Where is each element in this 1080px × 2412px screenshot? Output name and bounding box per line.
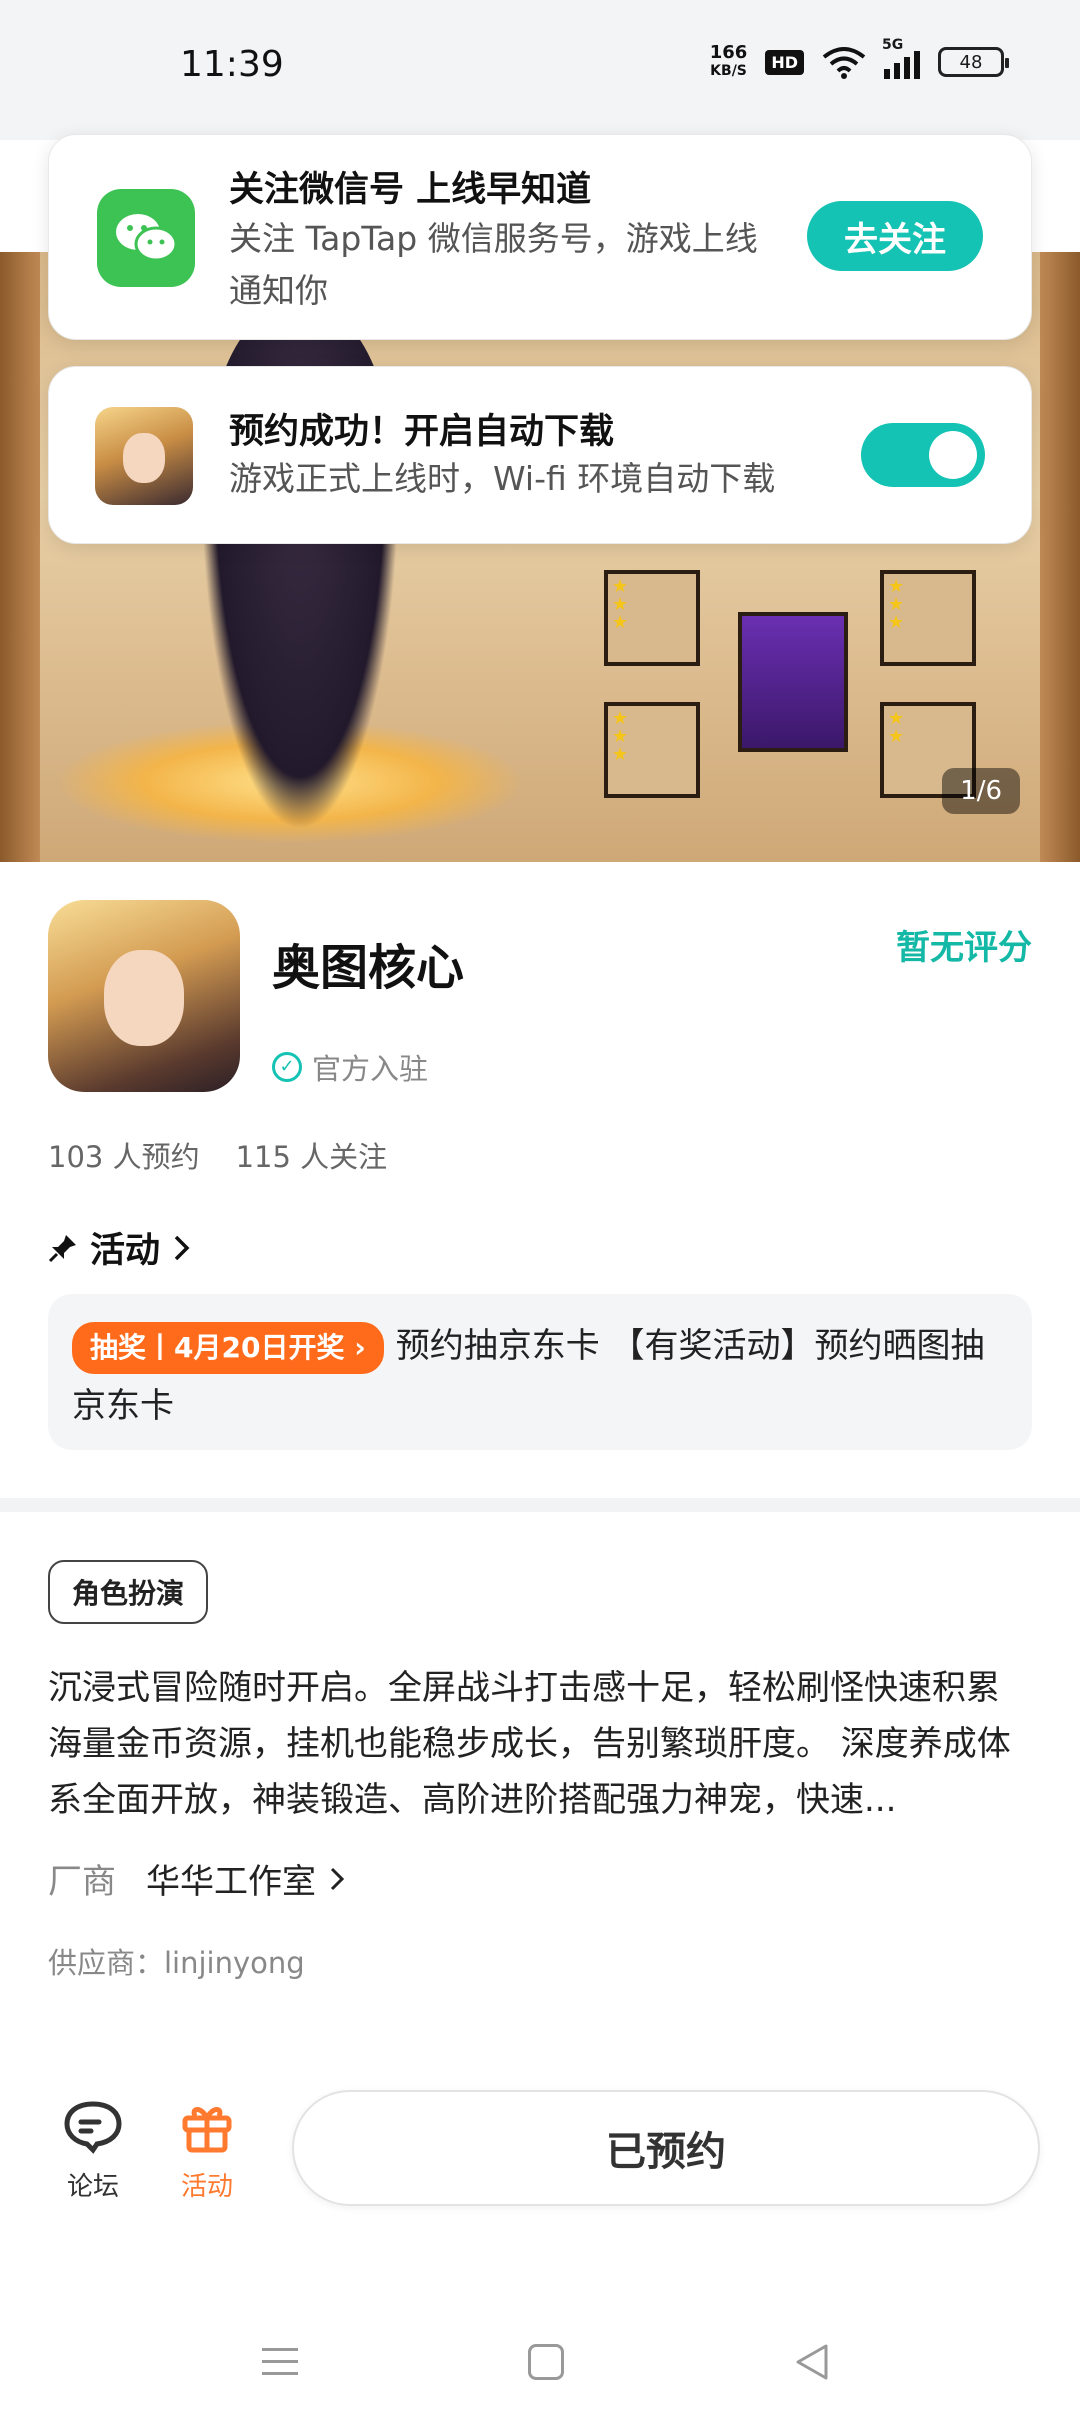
- item-axe: [738, 612, 848, 752]
- battery-icon: 48: [938, 47, 1009, 77]
- item-book: ★ ★ ★: [604, 570, 700, 666]
- activity-header[interactable]: 活动: [48, 1222, 192, 1273]
- official-label: 官方入驻: [312, 1052, 429, 1086]
- forum-icon: [61, 2094, 125, 2158]
- genre-tag[interactable]: 角色扮演: [48, 1560, 209, 1624]
- menu-icon[interactable]: [262, 2348, 298, 2384]
- lottery-tag: 抽奖丨4月20日开奖 ›: [72, 1321, 384, 1374]
- wechat-notice-title: 关注微信号 上线早知道: [229, 170, 592, 210]
- network-type: 5G: [882, 37, 904, 53]
- scroll-edge-right: [1040, 252, 1080, 862]
- reservation-count: 103 人预约: [48, 1140, 200, 1174]
- game-stats: 103 人预约 115 人关注: [48, 1134, 387, 1176]
- game-icon-face: [104, 950, 184, 1046]
- tab-activity[interactable]: 活动: [162, 2094, 252, 2203]
- reserved-button[interactable]: 已预约: [292, 2090, 1040, 2206]
- battery-level: 48: [959, 51, 983, 73]
- carousel-page-indicator: 1/6: [942, 768, 1020, 814]
- section-divider: [0, 1498, 1080, 1512]
- auto-download-toggle[interactable]: [861, 423, 985, 487]
- activity-header-label: 活动: [90, 1231, 161, 1271]
- gift-icon: [175, 2094, 239, 2158]
- net-speed-value: 166: [709, 42, 748, 63]
- game-avatar-icon: [95, 407, 193, 505]
- follower-count: 115 人关注: [235, 1140, 388, 1174]
- home-icon[interactable]: [528, 2344, 564, 2380]
- back-icon[interactable]: [792, 2342, 832, 2382]
- rating-label[interactable]: 暂无评分: [896, 920, 1032, 969]
- scroll-edge-left: [0, 252, 40, 862]
- game-title: 奥图核心: [272, 940, 465, 996]
- supplier-info: 供应商：linjinyong: [48, 1946, 305, 1980]
- follow-button[interactable]: 去关注: [807, 201, 983, 271]
- tab-forum[interactable]: 论坛: [48, 2094, 138, 2203]
- net-speed: 166 KB/S: [710, 44, 748, 80]
- activity-content: 抽奖丨4月20日开奖 › 预约抽京东卡 【有奖活动】预约晒图抽京东卡: [72, 1316, 1008, 1436]
- item-pickaxe: ★ ★ ★: [880, 570, 976, 666]
- cellular-signal-icon: 5G: [882, 37, 920, 79]
- lottery-tag-label: 抽奖丨4月20日开奖: [90, 1330, 345, 1364]
- net-speed-unit: KB/S: [710, 63, 747, 79]
- vendor-label: 厂商: [48, 1862, 116, 1902]
- system-nav-bar: [0, 2300, 1080, 2412]
- auto-download-card: 预约成功！开启自动下载 游戏正式上线时，Wi-fi 环境自动下载: [48, 366, 1032, 544]
- hero-banner[interactable]: ★ ★ ★ ★ ★ ★ ★ ★ ★ ★ ★: [0, 252, 1080, 862]
- official-badge: ✓ 官方入驻: [272, 1046, 428, 1088]
- download-notice-text: 游戏正式上线时，Wi-fi 环境自动下载: [229, 459, 776, 498]
- wechat-icon: [97, 189, 195, 287]
- game-description[interactable]: 沉浸式冒险随时开启。全屏战斗打击感十足，轻松刷怪快速积累海量金币资源，挂机也能稳…: [48, 1660, 1032, 1828]
- hd-badge: HD: [765, 49, 804, 75]
- status-time: 11:39: [180, 44, 284, 85]
- verified-check-icon: ✓: [272, 1052, 302, 1082]
- wifi-icon: [822, 47, 866, 79]
- vendor-row[interactable]: 厂商 华华工作室: [48, 1854, 346, 1903]
- item-guitar: ★ ★ ★: [604, 702, 700, 798]
- status-bar: 11:39 166 KB/S HD 5G 48: [0, 0, 1080, 140]
- tab-forum-label: 论坛: [66, 2172, 119, 2202]
- wechat-notice-text: 关注 TapTap 微信服务号，游戏上线通知你: [229, 219, 758, 310]
- chevron-right-icon: [174, 1235, 190, 1260]
- pin-icon: [48, 1234, 76, 1262]
- activity-card[interactable]: 抽奖丨4月20日开奖 › 预约抽京东卡 【有奖活动】预约晒图抽京东卡: [48, 1294, 1032, 1450]
- game-icon: [48, 900, 240, 1092]
- vendor-name: 华华工作室: [146, 1862, 316, 1902]
- wechat-follow-card[interactable]: 关注微信号 上线早知道 关注 TapTap 微信服务号，游戏上线通知你 去关注: [48, 134, 1032, 340]
- download-notice-title: 预约成功！开启自动下载: [229, 412, 615, 452]
- status-icons: 166 KB/S HD 5G 48: [710, 37, 1009, 80]
- tab-activity-label: 活动: [180, 2172, 233, 2202]
- chevron-right-icon: [330, 1867, 345, 1890]
